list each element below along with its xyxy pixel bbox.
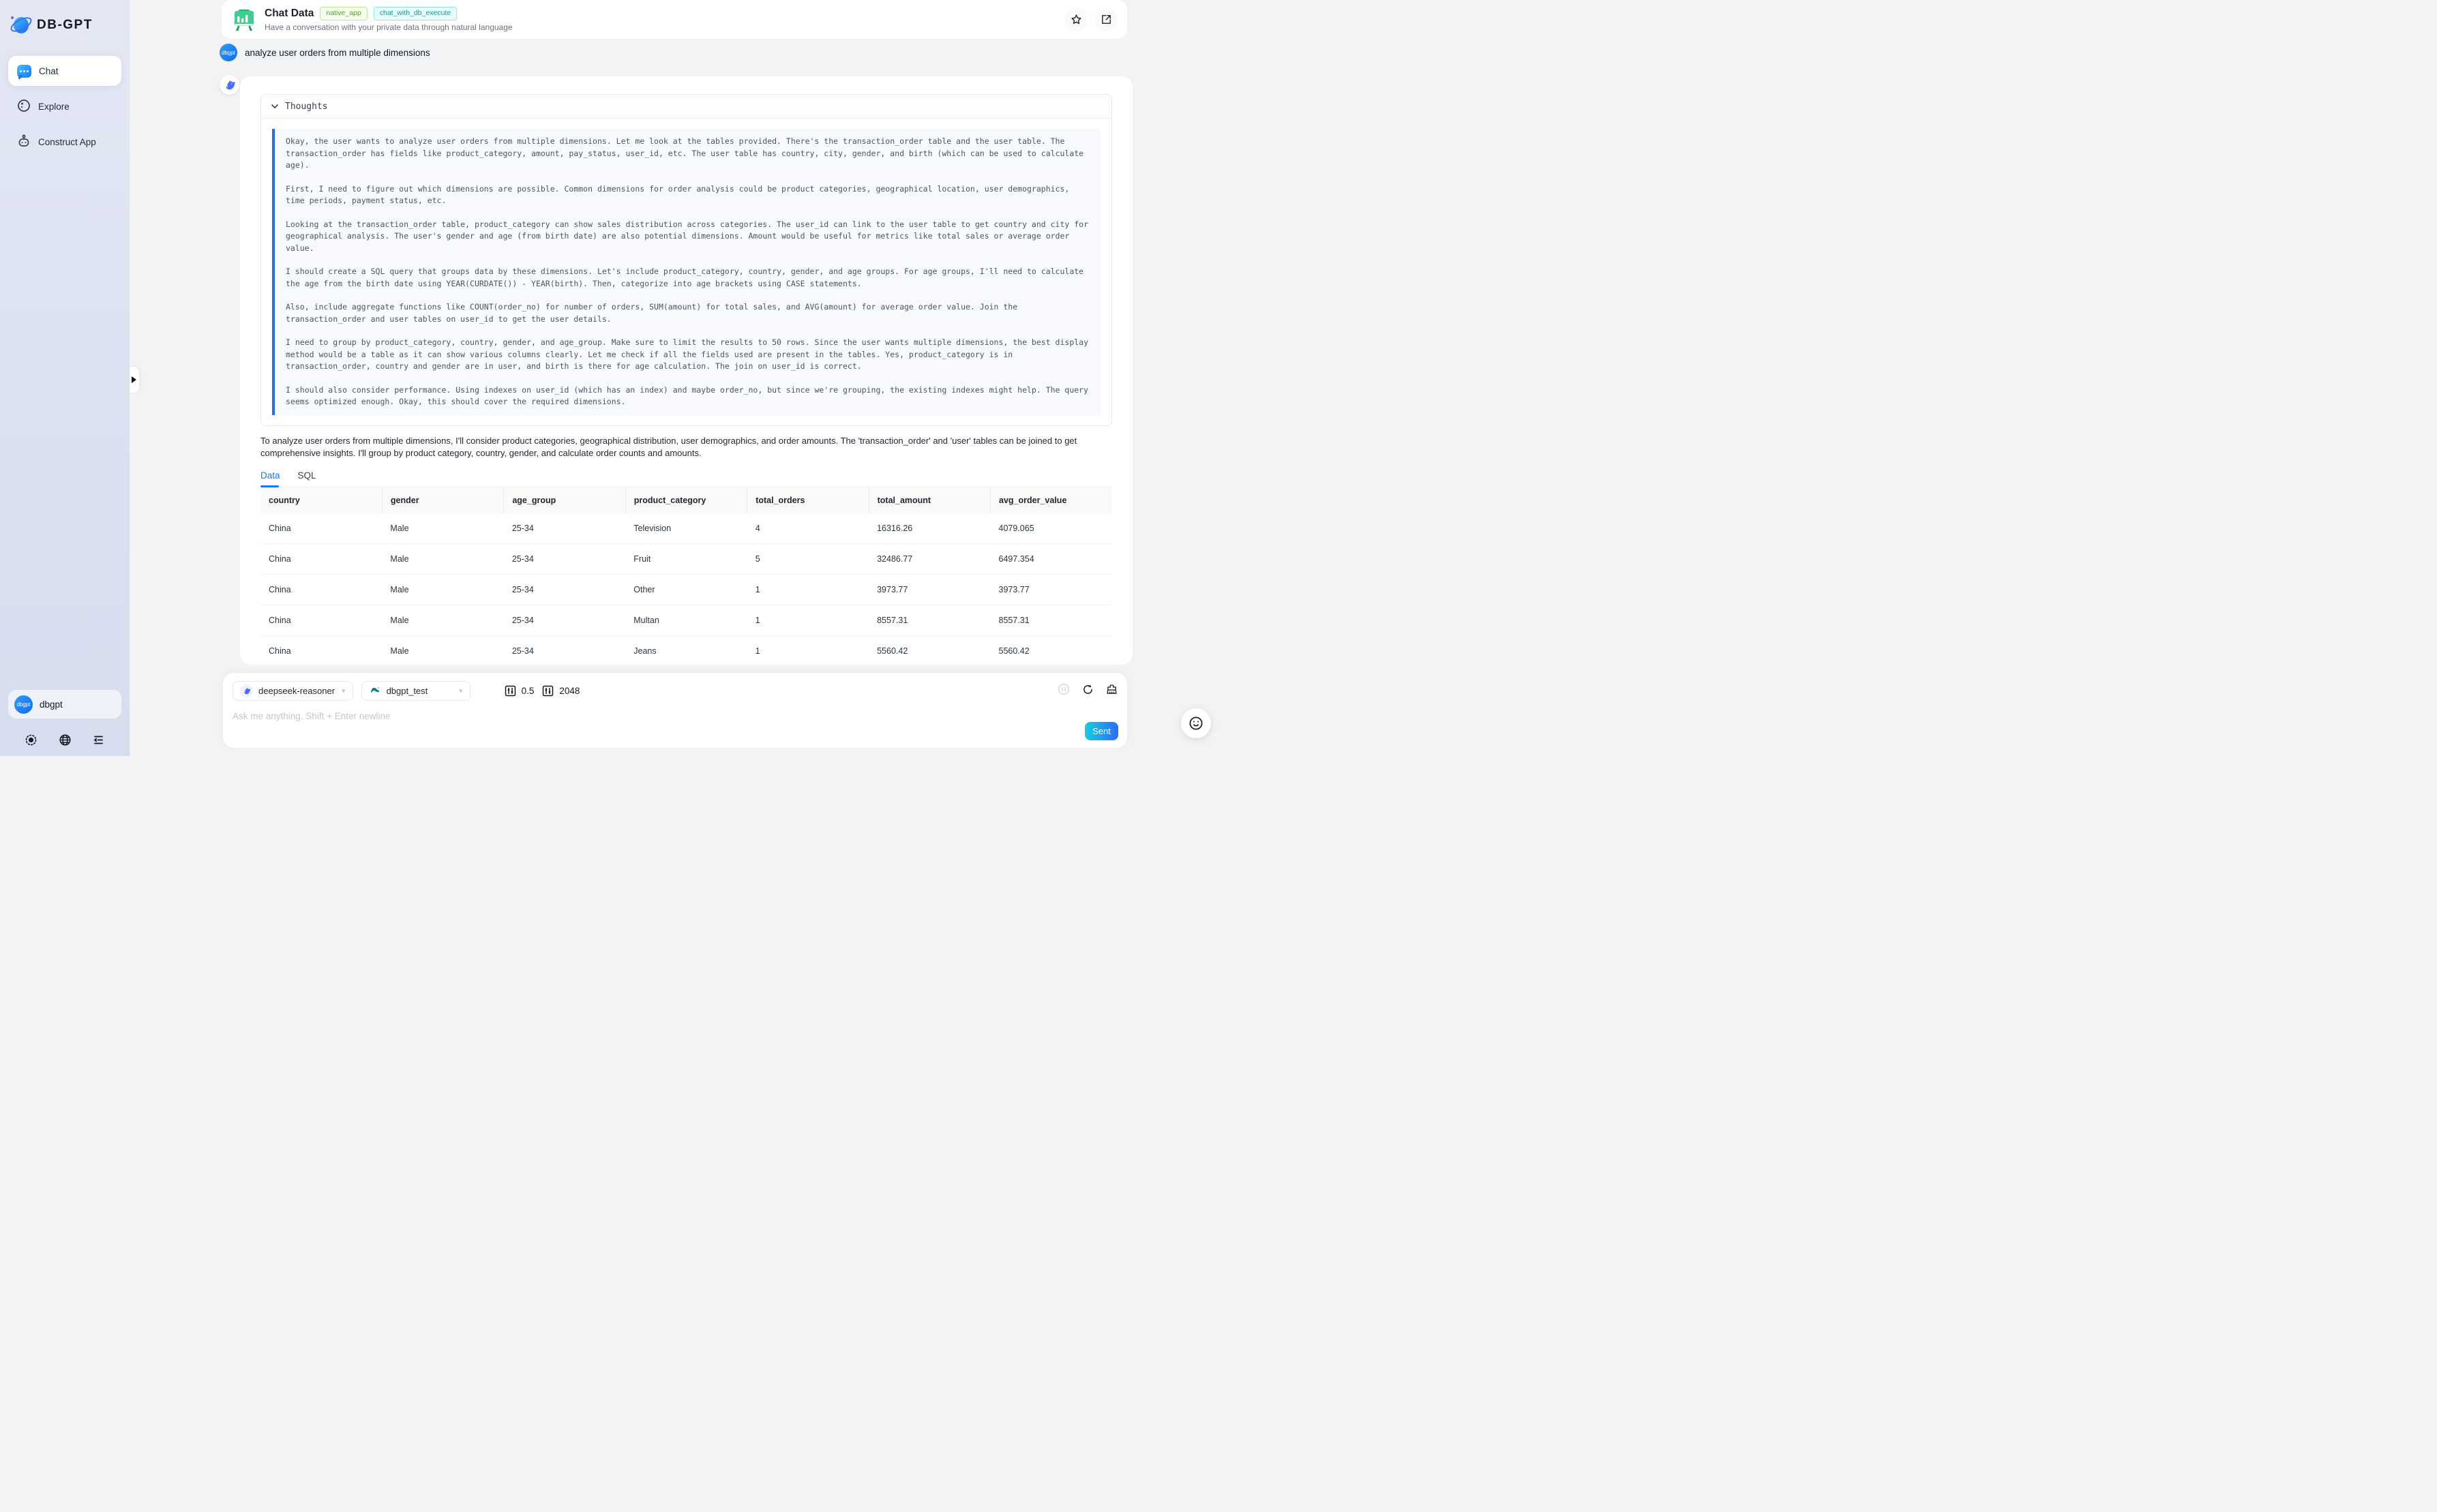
refresh-icon[interactable] [1082, 684, 1094, 699]
assistant-message-bubble: Thoughts Okay, the user wants to analyze… [240, 76, 1133, 665]
deepseek-model-icon [240, 684, 253, 697]
share-export-icon [1101, 14, 1112, 25]
sidebar-item-label: Chat [39, 66, 59, 76]
thoughts-panel: Thoughts Okay, the user wants to analyze… [260, 94, 1112, 426]
explore-planet-icon [17, 99, 31, 115]
table-row: China Male 25-34 Other 1 3973.77 3973.77 [260, 575, 1112, 605]
temperature-control[interactable]: 0.5 [505, 685, 535, 697]
clear-brush-icon[interactable] [1106, 684, 1118, 699]
star-icon [1071, 14, 1082, 25]
tab-data[interactable]: Data [260, 470, 280, 481]
user-avatar: dbgpt [220, 44, 237, 61]
thoughts-toggle[interactable]: Thoughts [261, 95, 1111, 119]
chevron-down-icon: ▾ [459, 686, 463, 695]
table-header-cell: total_amount [869, 487, 990, 513]
database-select-value: dbgpt_test [387, 686, 428, 696]
favorite-button[interactable] [1064, 8, 1088, 31]
thought-paragraph: First, I need to figure out which dimens… [286, 183, 1090, 207]
table-header-cell: age_group [504, 487, 625, 513]
send-button[interactable]: Sent [1085, 722, 1118, 740]
table-header-cell: country [260, 487, 382, 513]
share-button[interactable] [1094, 8, 1118, 31]
sidebar-item-chat[interactable]: Chat [8, 56, 121, 86]
sidebar-item-label: Construct App [38, 137, 96, 147]
table-header-cell: product_category [625, 487, 747, 513]
chat-data-app-icon [231, 7, 257, 33]
thought-paragraph: Also, include aggregate functions like C… [286, 301, 1090, 325]
table-header-cell: gender [382, 487, 503, 513]
theme-sun-icon[interactable] [25, 734, 38, 746]
sidebar-item-construct-app[interactable]: Construct App [8, 127, 121, 157]
table-row: China Male 25-34 Fruit 5 32486.77 6497.3… [260, 544, 1112, 575]
table-header-row: countrygenderage_groupproduct_categoryto… [260, 487, 1112, 513]
pause-icon[interactable] [1058, 683, 1070, 699]
sidebar: DB-GPT Chat Explore Construct App [0, 0, 130, 756]
model-select[interactable]: deepseek-reasoner ▾ [233, 681, 353, 701]
app-logo-text: DB-GPT [37, 18, 93, 33]
mysql-icon [369, 684, 381, 698]
feedback-fab[interactable] [1181, 708, 1211, 738]
language-globe-icon[interactable] [59, 734, 72, 746]
table-row: China Male 25-34 Television 4 16316.26 4… [260, 513, 1112, 544]
table-header-cell: total_orders [747, 487, 869, 513]
page-title: Chat Data [265, 7, 314, 20]
badge-native-app: native_app [320, 7, 367, 21]
table-row: China Male 25-34 Multan 1 8557.31 8557.3… [260, 605, 1112, 636]
composer: deepseek-reasoner ▾ dbgpt_test ▾ 0.5 204… [223, 673, 1127, 748]
sliders-icon [505, 685, 516, 697]
max-tokens-value: 2048 [559, 686, 580, 696]
robot-icon [17, 134, 31, 150]
smiley-icon [1188, 715, 1204, 731]
chevron-down-icon [271, 102, 279, 110]
user-message-text: analyze user orders from multiple dimens… [245, 48, 430, 58]
app-logo: DB-GPT [11, 15, 119, 35]
sidebar-item-label: Explore [38, 102, 70, 112]
db-gpt-logo-icon [11, 15, 31, 35]
sliders-icon [542, 685, 554, 697]
chat-bubble-icon [17, 65, 31, 78]
table-header-cell: avg_order_value [991, 487, 1112, 513]
table-row: China Male 25-34 Jeans 1 5560.42 5560.42 [260, 636, 1112, 665]
tab-sql[interactable]: SQL [298, 470, 316, 481]
model-select-value: deepseek-reasoner [258, 686, 335, 696]
thought-paragraph: I should create a SQL query that groups … [286, 266, 1090, 290]
sidebar-expand-handle[interactable] [130, 367, 139, 393]
temperature-value: 0.5 [522, 686, 535, 696]
app-subtitle: Have a conversation with your private da… [265, 22, 513, 32]
thought-paragraph: I need to group by product_category, cou… [286, 337, 1090, 373]
database-select[interactable]: dbgpt_test ▾ [361, 681, 470, 701]
badge-scene: chat_with_db_execute [374, 7, 458, 21]
user-message-row: dbgpt analyze user orders from multiple … [220, 44, 430, 61]
result-tabs: Data SQL [260, 470, 1112, 487]
user-profile-chip[interactable]: dbgpt dbgpt [8, 690, 121, 719]
assistant-avatar [220, 75, 239, 95]
deepseek-whale-icon [223, 78, 236, 91]
thought-paragraph: Looking at the transaction_order table, … [286, 219, 1090, 255]
collapse-sidebar-icon[interactable] [92, 734, 105, 746]
message-input[interactable]: Ask me anything, Shift + Enter newline [233, 711, 1118, 721]
chevron-right-icon [132, 376, 140, 383]
max-tokens-control[interactable]: 2048 [542, 685, 580, 697]
thought-content: Okay, the user wants to analyze user ord… [272, 129, 1101, 415]
thought-paragraph: Okay, the user wants to analyze user ord… [286, 136, 1090, 172]
thought-paragraph: I should also consider performance. Usin… [286, 384, 1090, 408]
result-table: countrygenderage_groupproduct_categoryto… [260, 487, 1112, 665]
thoughts-title: Thoughts [285, 102, 328, 112]
chat-header: Chat Data native_app chat_with_db_execut… [222, 0, 1127, 39]
chevron-down-icon: ▾ [342, 686, 346, 695]
assistant-summary-text: To analyze user orders from multiple dim… [260, 435, 1112, 461]
sidebar-item-explore[interactable]: Explore [8, 91, 121, 121]
user-name: dbgpt [40, 699, 63, 710]
avatar: dbgpt [14, 695, 33, 714]
